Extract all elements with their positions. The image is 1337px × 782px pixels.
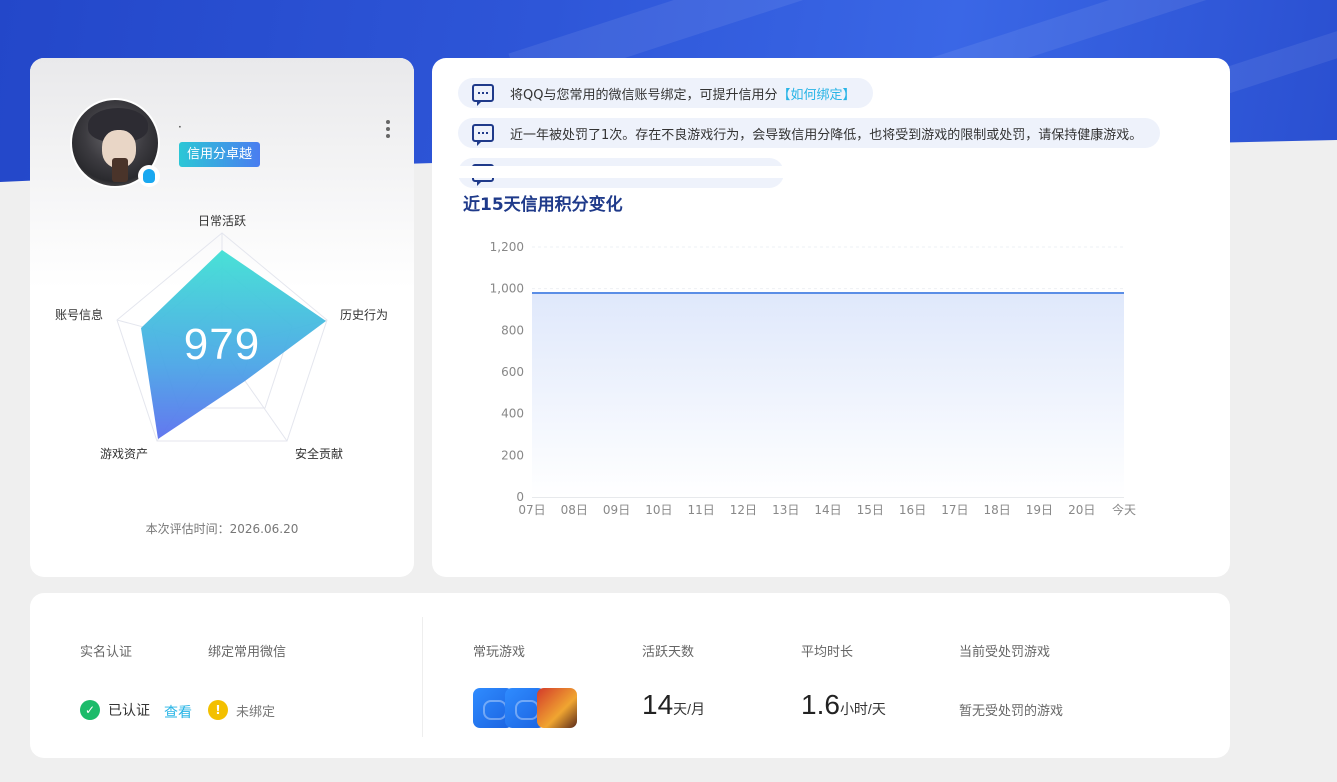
x-tick-label: 12日 xyxy=(730,503,757,517)
more-vertical-icon[interactable] xyxy=(382,120,394,142)
credit-score: 979 xyxy=(183,320,261,369)
y-tick-label: 600 xyxy=(501,365,524,379)
avg-time-value: 1.6 xyxy=(801,689,840,720)
radar-label-account: 账号信息 xyxy=(55,308,104,322)
radar-label-security: 安全贡献 xyxy=(295,447,344,461)
x-tick-label: 07日 xyxy=(518,503,545,517)
credit-chart-card: 将QQ与您常用的微信账号绑定，可提升信用分 【如何绑定】 近一年被处罚了1次。存… xyxy=(432,58,1230,577)
check-circle-icon: ✓ xyxy=(80,700,100,720)
y-tick-label: 1,200 xyxy=(490,240,524,254)
x-tick-label: 08日 xyxy=(561,503,588,517)
x-tick-label: 13日 xyxy=(772,503,799,517)
active-days-unit: 天/月 xyxy=(673,701,706,717)
active-days-label: 活跃天数 xyxy=(642,645,695,660)
x-tick-label: 14日 xyxy=(814,503,841,517)
y-tick-label: 0 xyxy=(516,490,524,504)
y-tick-label: 800 xyxy=(501,323,524,337)
x-tick-label: 20日 xyxy=(1068,503,1095,517)
view-realname-link[interactable]: 查看 xyxy=(164,702,192,722)
x-tick-label: 17日 xyxy=(941,503,968,517)
x-tick-label: 09日 xyxy=(603,503,630,517)
realname-status: ✓ 已认证 xyxy=(80,700,150,720)
credit-area-chart: 0 200 400 600 800 1,000 1,200 07日 08日 09日 10日 11日 12… xyxy=(490,240,1136,517)
wechat-status-text: 未绑定 xyxy=(236,704,276,720)
y-tick-label: 400 xyxy=(501,407,524,421)
y-tick-label: 1,000 xyxy=(490,282,524,296)
avg-time: 1.6小时/天 xyxy=(801,689,886,721)
qq-icon xyxy=(138,165,160,187)
y-tick-label: 200 xyxy=(501,448,524,462)
x-tick-label: 19日 xyxy=(1026,503,1053,517)
x-tick-label: 今天 xyxy=(1112,502,1136,517)
profile-card: · 信用分卓越 日常活跃 历史行为 安全贡献 游戏资产 账号信息 979 本次评… xyxy=(30,58,414,577)
radar-label-daily: 日常活跃 xyxy=(198,214,247,228)
exclamation-circle-icon: ! xyxy=(208,700,228,720)
nickname: · xyxy=(178,120,182,134)
x-tick-label: 16日 xyxy=(899,503,926,517)
wechat-status: ! 未绑定 xyxy=(208,700,275,720)
avg-time-unit: 小时/天 xyxy=(839,701,886,717)
account-info-card: 实名认证 绑定常用微信 ✓ 已认证 查看 ! 未绑定 常玩游戏 活跃天数 14天… xyxy=(30,593,1230,758)
favorite-games-label: 常玩游戏 xyxy=(473,645,526,660)
avg-time-label: 平均时长 xyxy=(801,645,854,660)
punished-games-value: 暂无受处罚的游戏 xyxy=(959,704,1064,719)
radar-label-assets: 游戏资产 xyxy=(100,447,149,461)
x-tick-label: 18日 xyxy=(984,503,1011,517)
game-icon[interactable] xyxy=(537,688,577,728)
evaluation-time: 本次评估时间：2026.06.20 xyxy=(145,522,299,536)
x-tick-label: 11日 xyxy=(688,503,715,517)
radar-label-history: 历史行为 xyxy=(340,308,389,322)
wechat-label: 绑定常用微信 xyxy=(208,645,287,660)
realname-status-text: 已认证 xyxy=(108,703,150,719)
punished-games-label: 当前受处罚游戏 xyxy=(959,645,1051,660)
divider xyxy=(422,617,423,737)
favorite-games xyxy=(473,688,577,728)
x-tick-label: 10日 xyxy=(645,503,672,517)
series-area xyxy=(532,293,1124,497)
active-days-value: 14 xyxy=(642,689,674,720)
x-tick-label: 15日 xyxy=(857,503,884,517)
active-days: 14天/月 xyxy=(642,689,705,721)
credit-level-badge: 信用分卓越 xyxy=(179,142,261,167)
realname-label: 实名认证 xyxy=(80,645,133,660)
